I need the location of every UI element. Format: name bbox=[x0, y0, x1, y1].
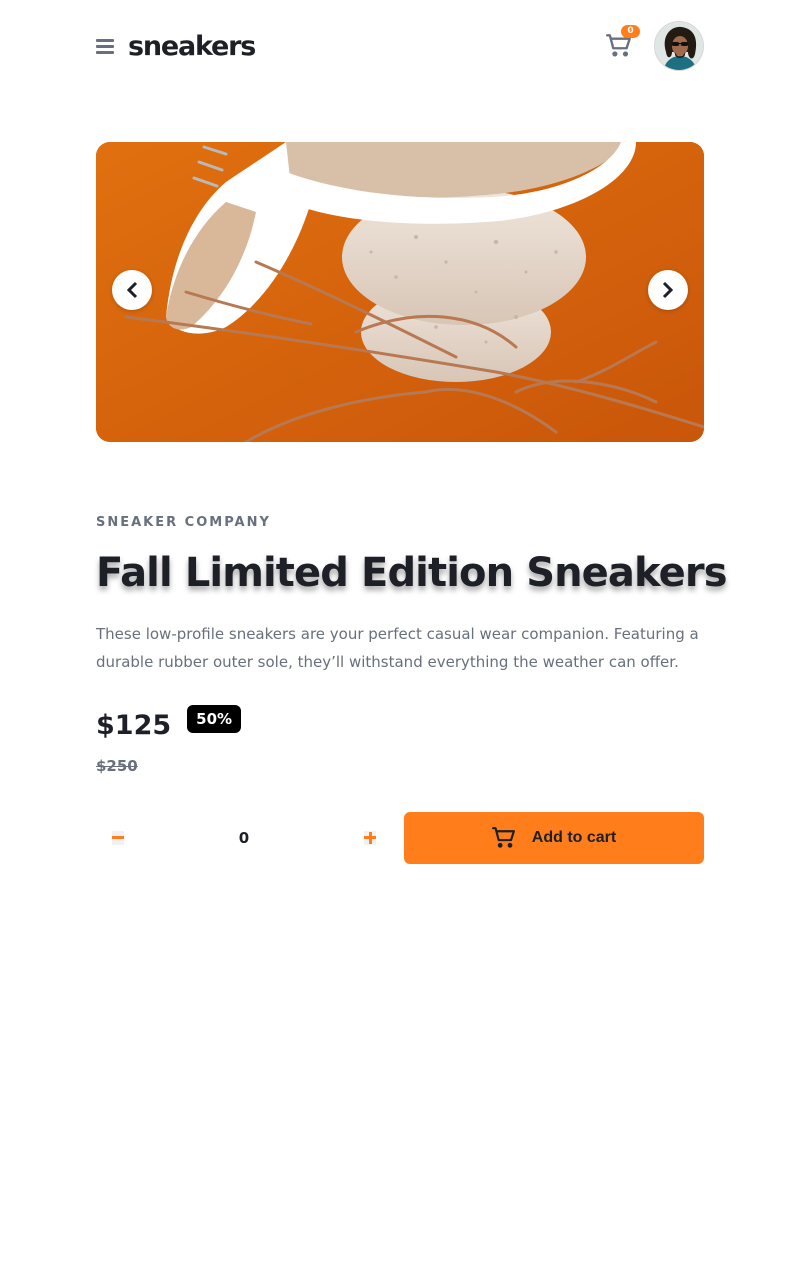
cart-button[interactable]: 0 bbox=[606, 25, 640, 59]
product-description: These low-profile sneakers are your perf… bbox=[96, 625, 699, 671]
quantity-value: 0 bbox=[238, 829, 250, 847]
cart-icon bbox=[491, 827, 515, 848]
previous-image-button[interactable] bbox=[112, 270, 152, 310]
plus-icon bbox=[364, 831, 376, 845]
cart-count-badge: 0 bbox=[621, 25, 640, 38]
add-to-cart-label: Add to cart bbox=[531, 829, 617, 846]
current-price: $125 bbox=[96, 710, 172, 741]
chevron-left-icon bbox=[126, 281, 138, 299]
logo[interactable]: sneakers bbox=[128, 31, 256, 62]
original-price: $250 bbox=[96, 757, 138, 775]
header-right: 0 bbox=[606, 21, 704, 71]
quantity-stepper: 0 bbox=[96, 812, 392, 864]
add-to-cart-button[interactable]: Add to cart bbox=[404, 812, 704, 864]
product-page: sneakers 0 SNEAKER COMPANY Fall Limited … bbox=[0, 0, 800, 1280]
discount-badge: 50% bbox=[187, 704, 242, 733]
product-gallery bbox=[96, 142, 704, 442]
chevron-right-icon bbox=[662, 281, 674, 299]
product-title: Fall Limited Edition Sneakers bbox=[96, 550, 728, 596]
avatar-image bbox=[655, 22, 703, 70]
next-image-button[interactable] bbox=[648, 270, 688, 310]
company-name: SNEAKER COMPANY bbox=[96, 515, 271, 530]
decrease-quantity-button[interactable] bbox=[96, 812, 140, 864]
avatar[interactable] bbox=[654, 21, 704, 71]
header-left: sneakers bbox=[96, 31, 256, 62]
increase-quantity-button[interactable] bbox=[348, 812, 392, 864]
site-header: sneakers 0 bbox=[96, 20, 704, 72]
product-image bbox=[96, 142, 704, 442]
menu-icon[interactable] bbox=[96, 38, 114, 54]
price-row: $125 50% bbox=[96, 704, 242, 741]
minus-icon bbox=[112, 831, 124, 845]
